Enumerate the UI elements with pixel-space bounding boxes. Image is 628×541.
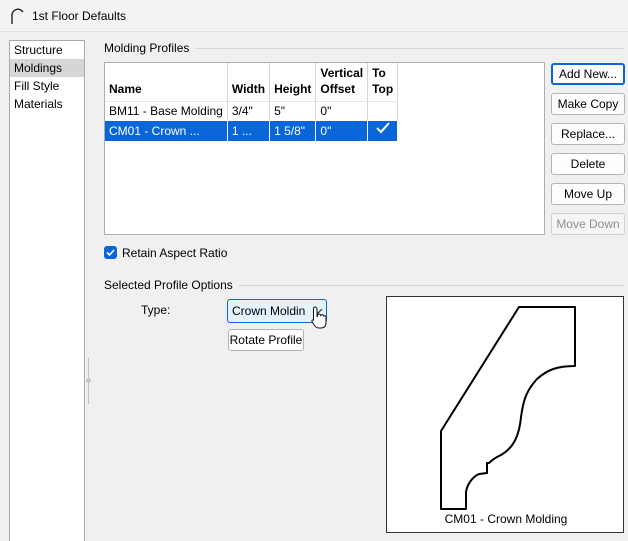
cell-vertical-offset: 0"	[315, 121, 369, 141]
check-icon	[375, 122, 390, 134]
cell-height: 5"	[269, 101, 317, 121]
move-up-button[interactable]: Move Up	[551, 183, 625, 205]
sidebar-item-fill-style[interactable]: Fill Style	[10, 77, 84, 95]
profile-caption: CM01 - Crown Molding	[444, 512, 568, 526]
make-copy-button[interactable]: Make Copy	[551, 93, 625, 115]
column-header-height[interactable]: Height	[269, 63, 317, 102]
column-header-name[interactable]: Name	[105, 63, 228, 102]
molding-profiles-table: Name Width Height Vertical Offset To Top B…	[104, 62, 545, 235]
retain-aspect-ratio-label[interactable]: Retain Aspect Ratio	[122, 246, 227, 260]
type-select-value: Crown Moldin	[232, 304, 306, 318]
crown-molding-profile-drawing	[440, 306, 576, 510]
sidebar: Structure Moldings Fill Style Materials	[9, 40, 85, 541]
add-new-button[interactable]: Add New...	[551, 63, 625, 85]
splitter-handle[interactable]	[86, 358, 91, 404]
cell-to-top[interactable]	[367, 121, 399, 141]
table-row-selected[interactable]: CM01 - Crown ... 1 ... 1 5/8" 0"	[105, 121, 399, 141]
column-header-vertical-offset[interactable]: Vertical Offset	[315, 63, 369, 102]
cell-name: BM11 - Base Molding	[105, 101, 228, 121]
table-header-row: Name Width Height Vertical Offset To Top	[105, 63, 399, 102]
cell-to-top[interactable]	[367, 101, 399, 121]
rotate-profile-button[interactable]: Rotate Profile	[228, 329, 304, 351]
table-row[interactable]: BM11 - Base Molding 3/4" 5" 0"	[105, 101, 399, 121]
column-header-to-top[interactable]: To Top	[367, 63, 399, 102]
sidebar-item-moldings[interactable]: Moldings	[10, 59, 84, 77]
profile-preview: CM01 - Crown Molding	[386, 296, 624, 533]
window-title: 1st Floor Defaults	[32, 9, 127, 23]
cell-vertical-offset: 0"	[315, 101, 369, 121]
type-label: Type:	[141, 303, 171, 317]
retain-aspect-ratio-checkbox[interactable]	[104, 246, 117, 259]
mouse-cursor-icon	[311, 306, 327, 329]
sidebar-item-structure[interactable]: Structure	[10, 41, 84, 59]
arch-icon	[11, 8, 24, 24]
sidebar-item-materials[interactable]: Materials	[10, 95, 84, 113]
column-header-width[interactable]: Width	[227, 63, 271, 102]
profile-options-label: Selected Profile Options	[104, 278, 239, 292]
checkmark-icon	[106, 249, 115, 257]
cell-name: CM01 - Crown ...	[105, 121, 228, 141]
cell-height: 1 5/8"	[269, 121, 317, 141]
molding-profiles-label: Molding Profiles	[104, 41, 196, 55]
replace-button[interactable]: Replace...	[551, 123, 625, 145]
delete-button[interactable]: Delete	[551, 153, 625, 175]
cell-width: 3/4"	[227, 101, 271, 121]
cell-width: 1 ...	[227, 121, 271, 141]
move-down-button[interactable]: Move Down	[551, 213, 625, 235]
title-bar: 1st Floor Defaults	[0, 0, 628, 32]
